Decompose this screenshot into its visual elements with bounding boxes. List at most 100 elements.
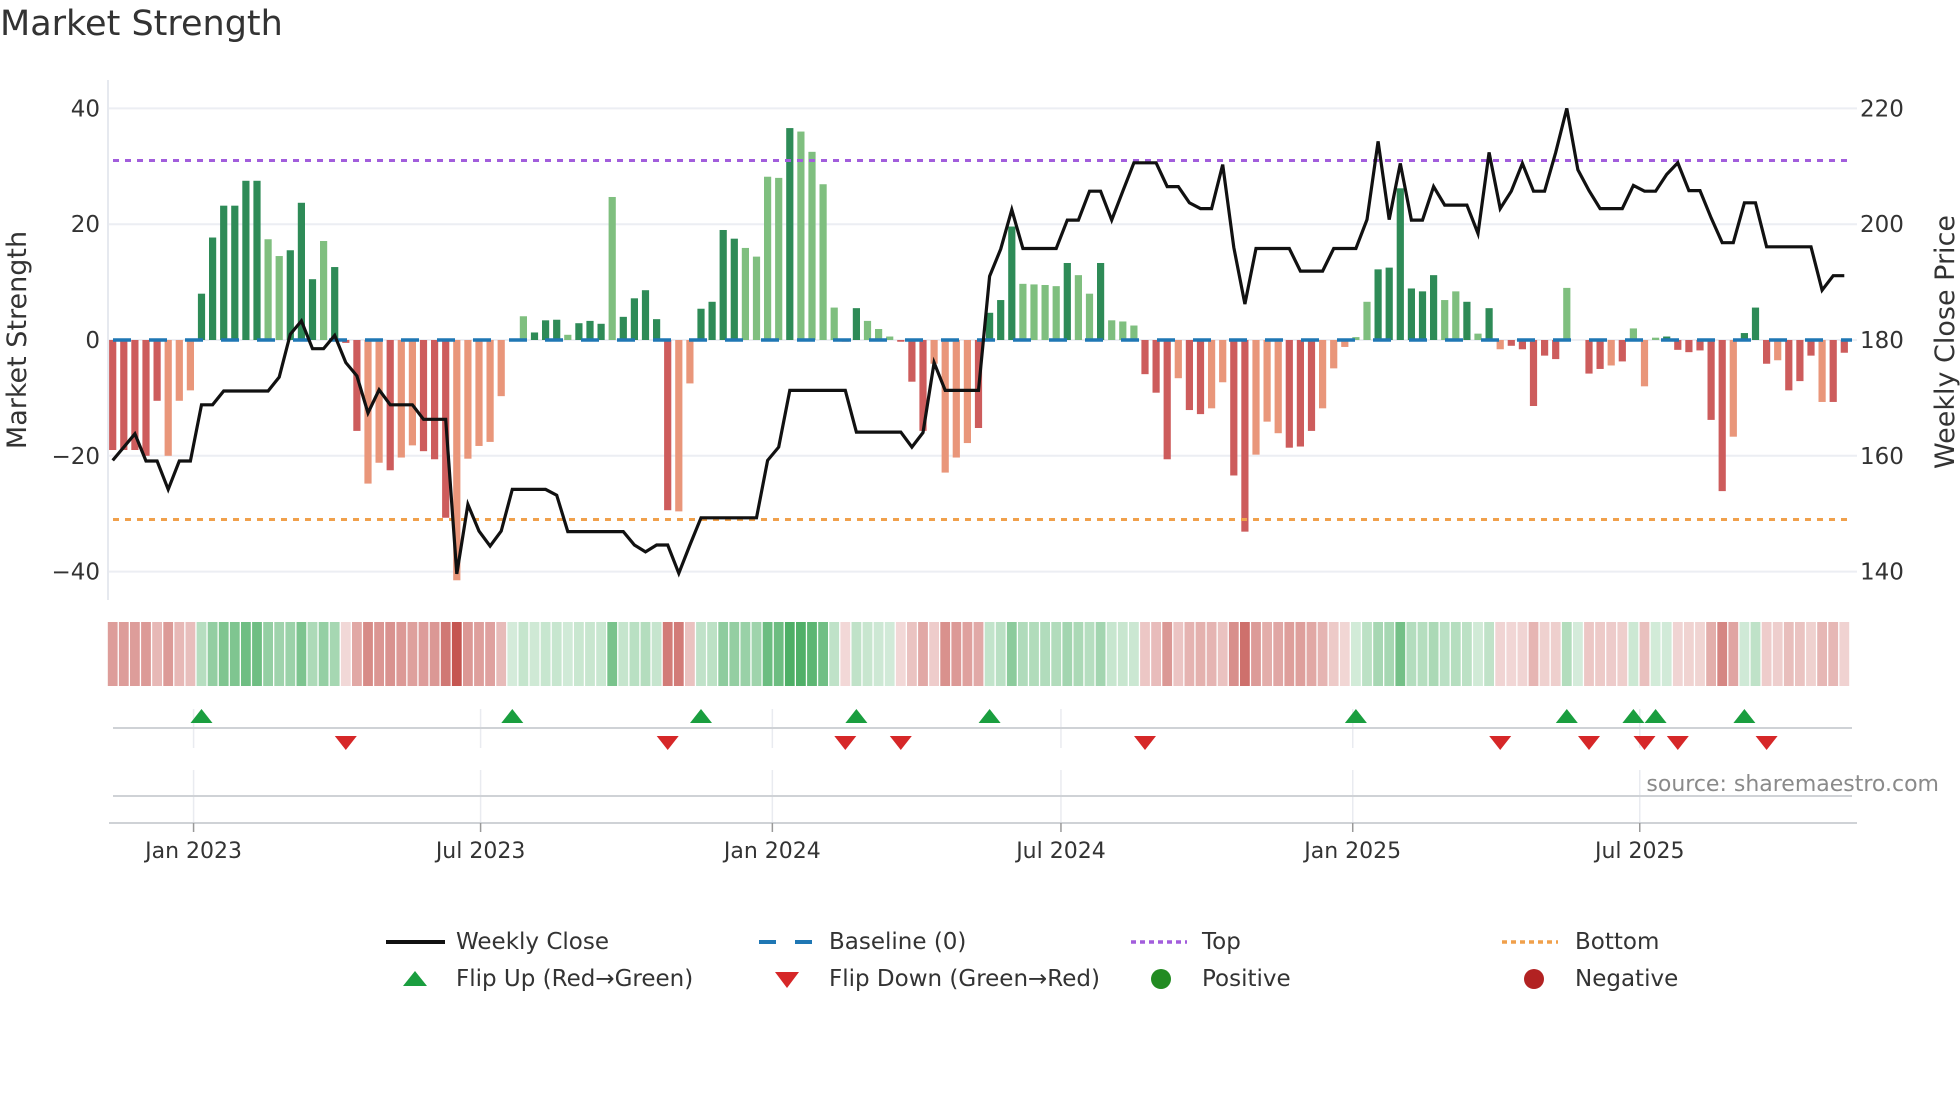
heat-cell xyxy=(1162,622,1173,686)
strength-bar xyxy=(1019,283,1027,340)
y-tick-label: −40 xyxy=(51,560,100,586)
strength-bar xyxy=(1296,340,1304,447)
strength-bar xyxy=(1452,291,1460,340)
dotted-line-icon xyxy=(1502,940,1558,944)
heat-cell xyxy=(1251,622,1261,686)
heat-cell xyxy=(1117,622,1128,686)
strength-bar xyxy=(1751,307,1760,340)
strength-bar xyxy=(808,151,816,340)
strength-bar xyxy=(1763,340,1771,364)
heat-cell xyxy=(1539,622,1550,686)
heat-cell xyxy=(651,622,662,686)
heat-cell xyxy=(185,622,196,686)
heat-cell xyxy=(518,622,529,686)
heat-cell xyxy=(418,622,429,686)
heat-cell xyxy=(507,622,518,686)
heat-cell xyxy=(1406,622,1417,686)
strength-bar xyxy=(575,323,583,340)
heat-cell xyxy=(1439,622,1450,686)
strength-bar xyxy=(1108,320,1116,340)
flip-up-marker xyxy=(1555,709,1578,723)
strength-bar xyxy=(1563,287,1571,340)
strength-bar xyxy=(597,323,605,340)
strength-bar xyxy=(1052,286,1060,340)
dotted-line-icon xyxy=(1131,940,1187,944)
strength-bar xyxy=(419,340,428,452)
legend-label: Flip Up (Red→Green) xyxy=(456,966,694,992)
heat-cell xyxy=(1151,622,1161,686)
strength-bar xyxy=(1008,226,1016,340)
strength-bar xyxy=(1330,340,1338,369)
x-tick-label: Jan 2023 xyxy=(143,839,242,864)
heat-cell xyxy=(1717,622,1728,686)
heat-cell xyxy=(984,622,995,686)
heat-cell xyxy=(1240,622,1250,686)
heat-cell xyxy=(107,622,118,686)
heat-cell xyxy=(1706,622,1716,686)
strength-bar xyxy=(1707,340,1715,420)
y-right-axis-title: Weekly Close Price xyxy=(1930,215,1960,469)
heat-cell xyxy=(951,622,962,686)
heat-cell xyxy=(429,622,440,686)
strength-bar xyxy=(1785,340,1793,391)
heat-cell xyxy=(1306,622,1317,686)
heat-cell xyxy=(1106,622,1117,686)
heat-cell xyxy=(1817,622,1827,686)
heat-cell xyxy=(618,622,629,686)
circle-icon xyxy=(1151,969,1171,989)
heat-cell xyxy=(540,622,551,686)
strength-bar xyxy=(997,300,1005,340)
strength-bar xyxy=(1130,325,1138,340)
heat-cell xyxy=(474,622,484,686)
heat-cell xyxy=(1351,622,1361,686)
heat-cell xyxy=(1328,622,1339,686)
heat-cell xyxy=(1317,622,1328,686)
strength-bar xyxy=(164,340,172,456)
heat-cell xyxy=(1273,622,1284,686)
strength-bar xyxy=(1263,340,1271,422)
heat-cell xyxy=(851,622,862,686)
heat-cell xyxy=(718,622,729,686)
flip-down-marker xyxy=(1755,736,1778,750)
strength-bar xyxy=(1030,284,1038,340)
heat-strip xyxy=(107,622,1850,686)
y-axis-title: Market Strength xyxy=(2,231,33,449)
heat-cell xyxy=(285,622,296,686)
heat-cell xyxy=(1173,622,1184,686)
heat-cell xyxy=(673,622,684,686)
heat-cell xyxy=(1395,622,1406,686)
heat-cell xyxy=(1672,622,1683,686)
heat-cell xyxy=(918,622,928,686)
heat-cell xyxy=(218,622,229,686)
flip-up-marker xyxy=(845,709,868,723)
strength-bar xyxy=(852,308,860,340)
strength-bar xyxy=(897,340,905,342)
heat-cell xyxy=(1184,622,1195,686)
heat-cell xyxy=(862,622,873,686)
strength-bar xyxy=(464,340,472,459)
legend-label: Weekly Close xyxy=(456,929,609,955)
heat-cell xyxy=(829,622,840,686)
heat-cell xyxy=(562,622,573,686)
strength-bar xyxy=(120,340,128,451)
heat-cell xyxy=(696,622,706,686)
strength-bar xyxy=(153,340,161,401)
heat-cell xyxy=(1839,622,1850,686)
heat-cell xyxy=(1684,622,1694,686)
heat-cell xyxy=(440,622,451,686)
heat-cell xyxy=(995,622,1006,686)
strength-bar xyxy=(1219,340,1227,383)
strength-bar xyxy=(220,205,228,340)
heat-cell xyxy=(1040,622,1050,686)
strength-bar xyxy=(1507,340,1515,346)
strength-bar xyxy=(708,301,716,340)
heat-cell xyxy=(807,622,817,686)
strength-bar xyxy=(908,340,916,382)
heat-cell xyxy=(385,622,396,686)
heat-cell xyxy=(1561,622,1572,686)
heat-cell xyxy=(1661,622,1672,686)
strength-bar xyxy=(1718,340,1726,492)
strength-bar xyxy=(542,320,550,340)
strength-bar xyxy=(1319,340,1327,409)
heat-cell xyxy=(574,622,584,686)
